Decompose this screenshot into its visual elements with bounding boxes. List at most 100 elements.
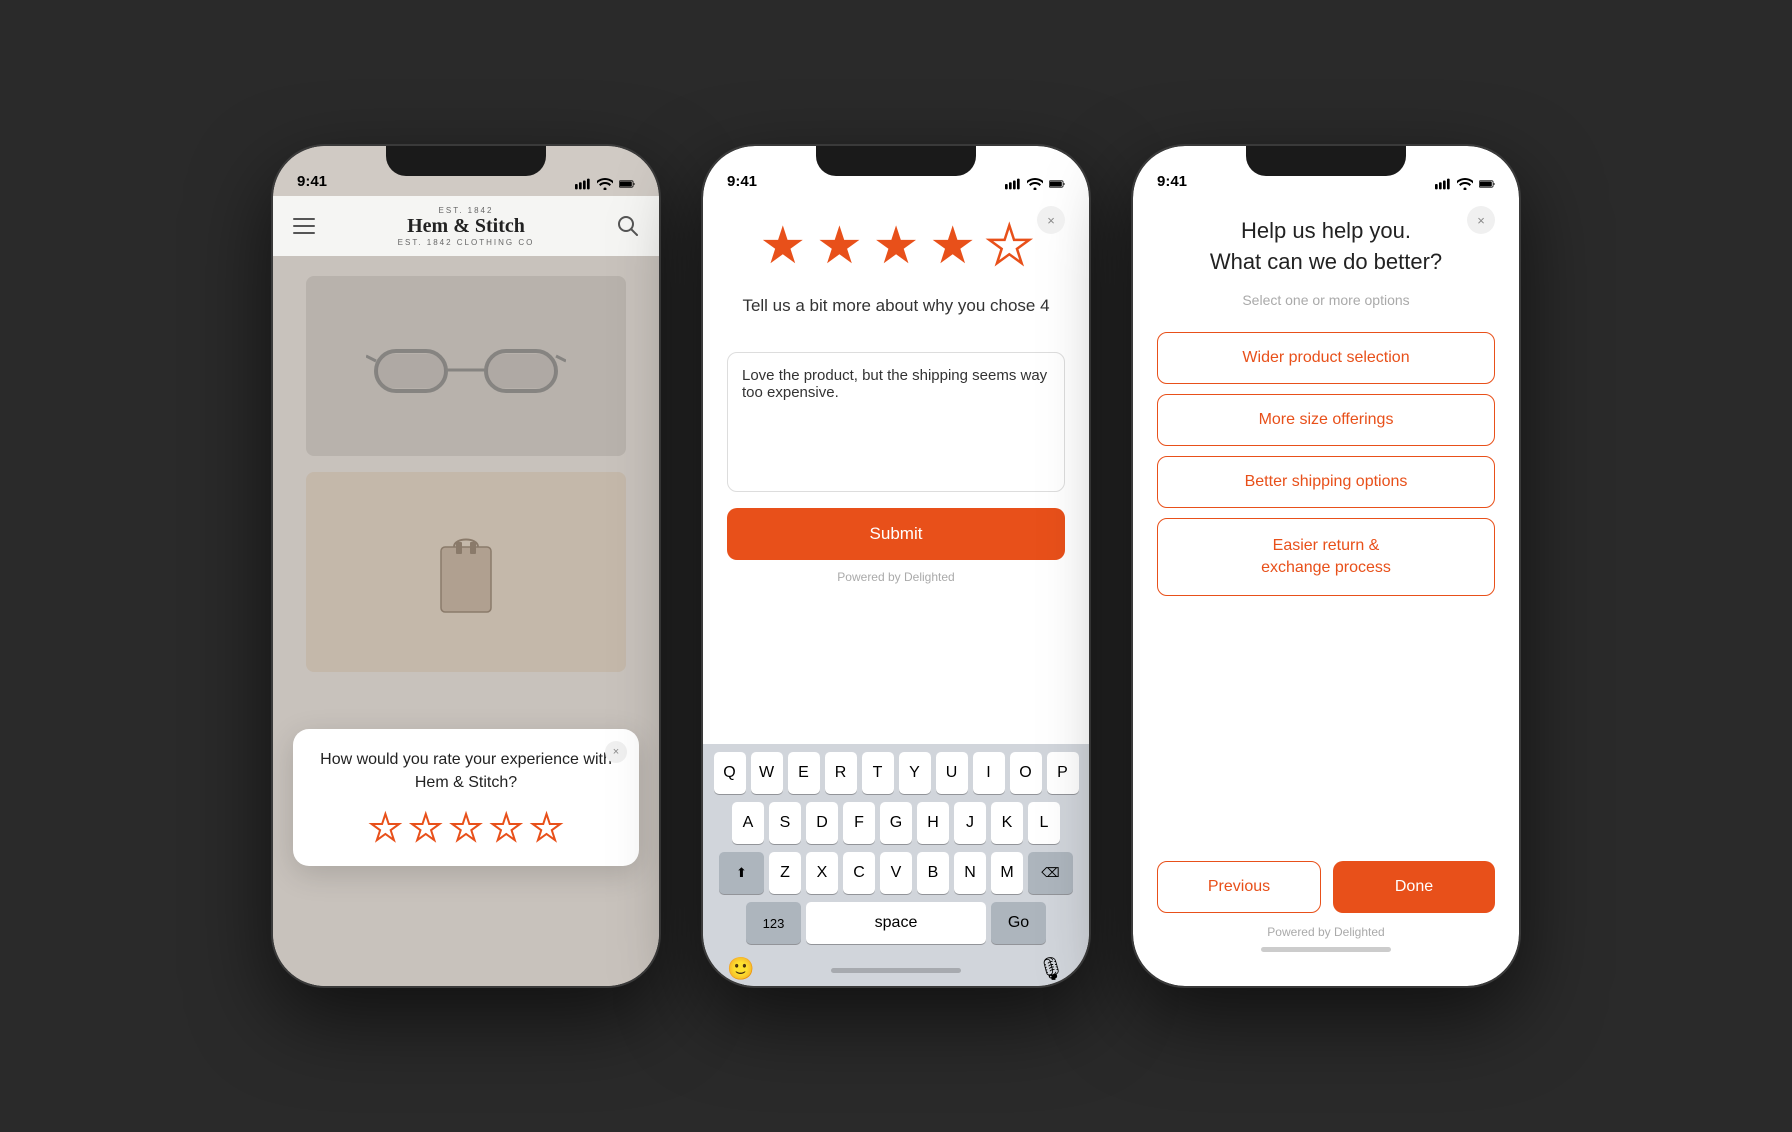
key-b[interactable]: B	[917, 852, 949, 894]
mic-icon[interactable]: 🎙	[1037, 956, 1065, 982]
option-better-shipping[interactable]: Better shipping options	[1157, 456, 1495, 508]
status-icons-2	[1005, 178, 1065, 190]
phone3-title: Help us help you. What can we do better?	[1157, 216, 1495, 278]
star2-1[interactable]: ★	[759, 216, 806, 276]
brand-name: Hem & Stitch	[398, 215, 535, 238]
key-123[interactable]: 123	[746, 902, 801, 944]
key-t[interactable]: T	[862, 752, 894, 794]
close-button-1[interactable]: ×	[605, 741, 627, 763]
phone-1-screen: 9:41	[273, 146, 659, 986]
star-2[interactable]: ★	[410, 810, 442, 846]
close-button-3[interactable]: ×	[1467, 206, 1495, 234]
status-icons-1	[575, 178, 635, 190]
bag-svg	[426, 522, 506, 622]
app-header-1: EST. 1842 Hem & Stitch EST. 1842 CLOTHIN…	[273, 196, 659, 256]
key-x[interactable]: X	[806, 852, 838, 894]
key-u[interactable]: U	[936, 752, 968, 794]
key-y[interactable]: Y	[899, 752, 931, 794]
option-wider-selection[interactable]: Wider product selection	[1157, 332, 1495, 384]
keyboard-bottom: 🙂 🎙	[707, 952, 1085, 982]
feedback-input[interactable]: Love the product, but the shipping seems…	[727, 352, 1065, 492]
wifi-icon-3	[1457, 178, 1473, 190]
keyboard-row-2: A S D F G H J K L	[707, 802, 1085, 844]
star2-3[interactable]: ★	[873, 216, 920, 276]
title-line-2: What can we do better?	[1210, 249, 1442, 274]
key-q[interactable]: Q	[714, 752, 746, 794]
rating-label: Tell us a bit more about why you chose 4	[742, 296, 1049, 316]
key-w[interactable]: W	[751, 752, 783, 794]
key-d[interactable]: D	[806, 802, 838, 844]
battery-icon-2	[1049, 178, 1065, 190]
phone-3-screen: 9:41 ×	[1133, 146, 1519, 986]
star2-5[interactable]: ★	[986, 216, 1033, 276]
key-p[interactable]: P	[1047, 752, 1079, 794]
time-1: 9:41	[297, 173, 327, 190]
glasses-image	[306, 276, 626, 456]
brand-est: EST. 1842	[398, 206, 535, 215]
title-line-1: Help us help you.	[1241, 218, 1411, 243]
keyboard: Q W E R T Y U I O P A S D F G H J K L	[703, 744, 1089, 986]
app-content-1	[273, 256, 659, 986]
key-l[interactable]: L	[1028, 802, 1060, 844]
status-icons-3	[1435, 178, 1495, 190]
star2-4[interactable]: ★	[929, 216, 976, 276]
bag-image	[306, 472, 626, 672]
key-c[interactable]: C	[843, 852, 875, 894]
key-delete[interactable]: ⌫	[1028, 852, 1073, 894]
star2-2[interactable]: ★	[816, 216, 863, 276]
key-k[interactable]: K	[991, 802, 1023, 844]
time-3: 9:41	[1157, 173, 1187, 190]
option-more-sizes[interactable]: More size offerings	[1157, 394, 1495, 446]
key-o[interactable]: O	[1010, 752, 1042, 794]
status-bar-1: 9:41	[273, 146, 659, 196]
star-rating-2[interactable]: ★ ★ ★ ★ ★	[759, 216, 1032, 276]
brand-logo: EST. 1842 Hem & Stitch EST. 1842 CLOTHIN…	[398, 206, 535, 247]
previous-button[interactable]: Previous	[1157, 861, 1321, 913]
star-rating-1[interactable]: ★ ★ ★ ★ ★	[313, 810, 619, 846]
wifi-icon-1	[597, 178, 613, 190]
key-j[interactable]: J	[954, 802, 986, 844]
key-m[interactable]: M	[991, 852, 1023, 894]
signal-icon-2	[1005, 178, 1021, 190]
done-button[interactable]: Done	[1333, 861, 1495, 913]
key-a[interactable]: A	[732, 802, 764, 844]
submit-button[interactable]: Submit	[727, 508, 1065, 560]
key-n[interactable]: N	[954, 852, 986, 894]
footer-buttons: Previous Done	[1157, 861, 1495, 913]
star-1[interactable]: ★	[369, 810, 401, 846]
key-go[interactable]: Go	[991, 902, 1046, 944]
brand-sub: EST. 1842 CLOTHING CO	[398, 238, 535, 247]
star-3[interactable]: ★	[450, 810, 482, 846]
option-easier-return[interactable]: Easier return &exchange process	[1157, 518, 1495, 597]
key-e[interactable]: E	[788, 752, 820, 794]
star-5[interactable]: ★	[530, 810, 562, 846]
search-icon[interactable]	[617, 215, 639, 237]
emoji-icon[interactable]: 🙂	[727, 956, 754, 982]
close-button-2[interactable]: ×	[1037, 206, 1065, 234]
survey-card-1: × How would you rate your experience wit…	[293, 729, 639, 866]
key-z[interactable]: Z	[769, 852, 801, 894]
key-g[interactable]: G	[880, 802, 912, 844]
phone-2: 9:41 ×	[701, 144, 1091, 988]
status-bar-3: 9:41	[1133, 146, 1519, 196]
powered-by-3: Powered by Delighted	[1157, 925, 1495, 939]
key-r[interactable]: R	[825, 752, 857, 794]
star-4[interactable]: ★	[490, 810, 522, 846]
phone-3: 9:41 ×	[1131, 144, 1521, 988]
key-v[interactable]: V	[880, 852, 912, 894]
key-h[interactable]: H	[917, 802, 949, 844]
status-bar-2: 9:41	[703, 146, 1089, 196]
key-space[interactable]: space	[806, 902, 986, 944]
home-indicator-3	[1261, 947, 1391, 952]
battery-icon-1	[619, 178, 635, 190]
wifi-icon-2	[1027, 178, 1043, 190]
menu-icon[interactable]	[293, 218, 315, 234]
keyboard-row-1: Q W E R T Y U I O P	[707, 752, 1085, 794]
key-shift[interactable]: ⬆	[719, 852, 764, 894]
key-i[interactable]: I	[973, 752, 1005, 794]
phone3-subtitle: Select one or more options	[1157, 292, 1495, 308]
key-s[interactable]: S	[769, 802, 801, 844]
survey-question-1: How would you rate your experience with …	[313, 749, 619, 794]
signal-icon-3	[1435, 178, 1451, 190]
key-f[interactable]: F	[843, 802, 875, 844]
